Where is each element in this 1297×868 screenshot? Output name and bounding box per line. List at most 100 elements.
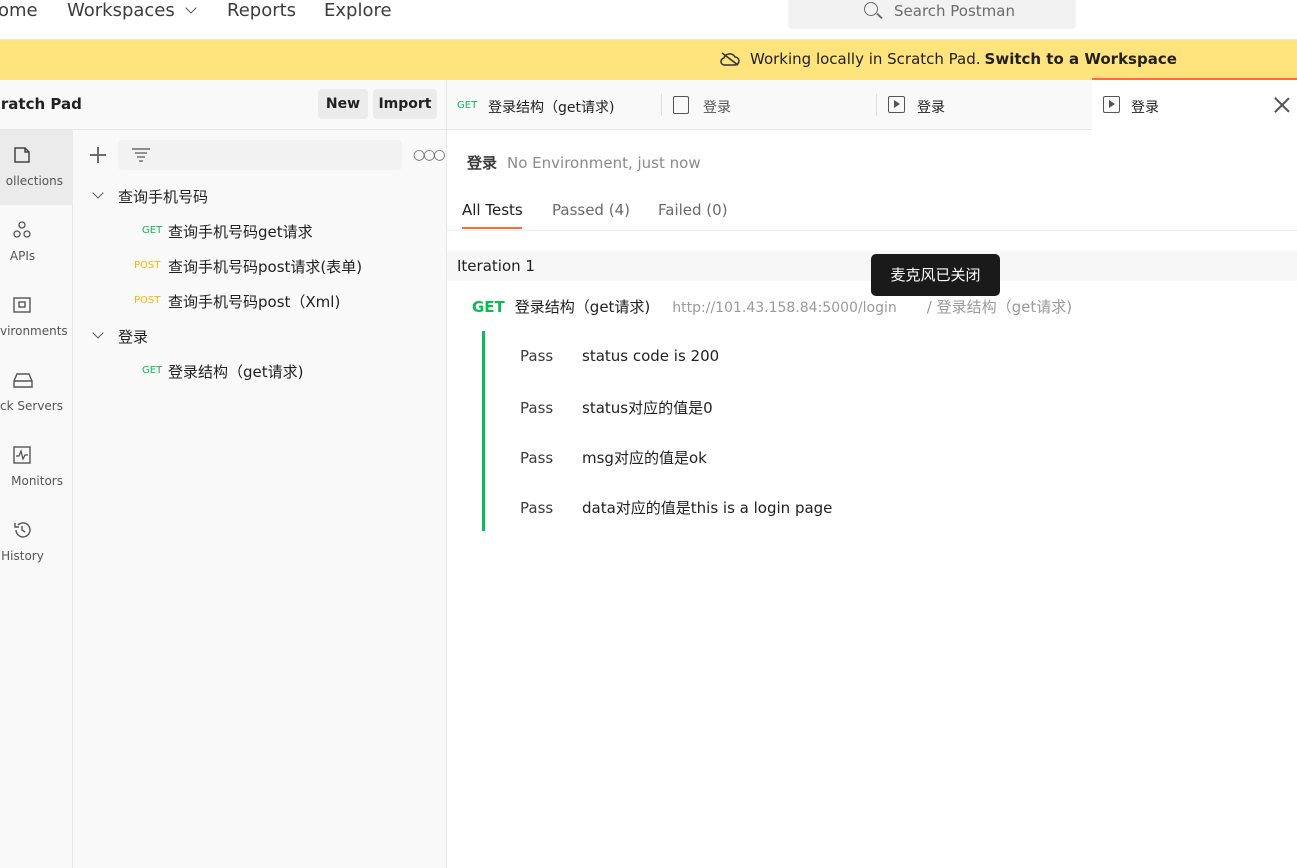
import-button[interactable]: Import xyxy=(373,89,437,119)
plus-icon[interactable] xyxy=(90,147,106,163)
new-button[interactable]: New xyxy=(318,89,368,119)
collections-panel: ○○○ 查询手机号码 GET 查询手机号码get请求 POST 查询手机号码po… xyxy=(73,130,447,868)
nav-reports[interactable]: Reports xyxy=(227,0,296,22)
pass-indicator-bar xyxy=(482,331,485,531)
tab-doc[interactable]: 登录 xyxy=(662,80,876,130)
tab-label: 登录 xyxy=(917,100,945,116)
runner-icon xyxy=(888,96,905,113)
test-result-row: Pass msg对应的值是ok xyxy=(520,447,707,468)
method-badge: POST xyxy=(134,295,161,306)
folder-name: 查询手机号码 xyxy=(118,188,209,206)
sidebar-label-environments: vironments xyxy=(0,324,68,338)
request-path: / 登录结构（get请求) xyxy=(926,298,1073,316)
mock-servers-icon xyxy=(13,373,33,388)
tab-label: 登录结构（get请求) xyxy=(488,100,615,116)
method-badge: GET xyxy=(142,365,163,376)
tab-label: 登录 xyxy=(703,100,731,116)
banner-text: Working locally in Scratch Pad. xyxy=(750,50,981,68)
cloud-off-icon xyxy=(720,52,740,66)
method-badge: GET xyxy=(142,225,163,236)
search-placeholder: Search Postman xyxy=(894,2,1015,20)
sidebar-label-monitors: Monitors xyxy=(11,474,63,488)
sidebar-icon-bar: ollections APIs vironments ck Servers Mo… xyxy=(0,130,73,868)
mic-off-tooltip: 麦克风已关闭 xyxy=(871,254,1000,296)
request-row[interactable]: GET 查询手机号码get请求 xyxy=(73,215,447,249)
filter-icon xyxy=(132,148,150,162)
switch-workspace-link[interactable]: Switch to a Workspace xyxy=(985,50,1177,68)
tab-label: 登录 xyxy=(1131,100,1159,116)
test-status: Pass xyxy=(520,399,554,417)
nav-workspaces[interactable]: Workspaces xyxy=(67,0,197,22)
more-options-icon[interactable]: ○○○ xyxy=(413,147,446,163)
collections-icon xyxy=(14,147,30,163)
sidebar-label-apis: APIs xyxy=(9,249,36,263)
tab-all-tests[interactable]: All Tests xyxy=(462,201,523,219)
request-name: 登录结构（get请求) xyxy=(514,298,651,316)
runner-results: 登录 No Environment, just now All Tests Pas… xyxy=(447,131,1297,868)
sidebar-label-mock-servers: ck Servers xyxy=(0,399,63,413)
test-name: status code is 200 xyxy=(582,347,720,365)
tab-failed[interactable]: Failed (0) xyxy=(658,201,728,219)
folder-row[interactable]: 查询手机号码 xyxy=(73,180,447,214)
sidebar-label-collections: ollections xyxy=(5,174,63,188)
folder-row[interactable]: 登录 xyxy=(73,320,447,354)
nav-explore[interactable]: Explore xyxy=(324,0,392,22)
active-tab-underline xyxy=(462,227,522,229)
search-input[interactable]: Search Postman xyxy=(788,0,1076,29)
search-icon xyxy=(864,2,878,16)
test-result-row: Pass status code is 200 xyxy=(520,347,719,365)
document-icon xyxy=(673,96,689,114)
request-name: 查询手机号码post（Xml) xyxy=(168,293,341,311)
request-url: http://101.43.158.84:5000/login xyxy=(672,300,897,316)
test-status: Pass xyxy=(520,499,554,517)
test-name: data对应的值是this is a login page xyxy=(582,499,833,517)
environments-icon xyxy=(13,297,31,313)
chevron-down-icon xyxy=(185,2,197,14)
divider xyxy=(447,230,1297,231)
test-status: Pass xyxy=(520,347,554,365)
tab-request[interactable]: GET 登录结构（get请求) xyxy=(447,80,661,130)
chevron-down-icon xyxy=(92,187,104,199)
request-tabs: GET 登录结构（get请求) 登录 登录 登录 xyxy=(447,80,1297,131)
sidebar-item-monitors[interactable]: Monitors xyxy=(0,430,73,505)
history-icon xyxy=(14,522,31,538)
test-name: msg对应的值是ok xyxy=(582,449,707,467)
test-result-row: Pass data对应的值是this is a login page xyxy=(520,497,832,518)
sidebar-item-mock-servers[interactable]: ck Servers xyxy=(0,355,73,430)
folder-name: 登录 xyxy=(118,328,149,346)
run-meta: No Environment, just now xyxy=(507,154,701,172)
monitors-icon xyxy=(13,446,31,464)
request-name: 登录结构（get请求) xyxy=(168,363,304,381)
sidebar-header: cratch Pad New Import xyxy=(0,80,447,130)
test-name: status对应的值是0 xyxy=(582,399,713,417)
filter-input[interactable] xyxy=(118,140,402,170)
tab-runner[interactable]: 登录 xyxy=(877,80,1091,130)
request-summary[interactable]: GET 登录结构（get请求) http://101.43.158.84:5000/… xyxy=(472,296,1072,317)
sidebar-label-history: History xyxy=(1,549,44,563)
request-name: 查询手机号码get请求 xyxy=(168,223,313,241)
run-name: 登录 xyxy=(467,154,498,172)
tab-method-badge: GET xyxy=(457,100,478,111)
chevron-down-icon xyxy=(92,327,104,339)
sidebar-item-history[interactable]: History xyxy=(0,505,73,580)
test-result-row: Pass status对应的值是0 xyxy=(520,397,713,418)
close-icon[interactable] xyxy=(1274,97,1290,113)
request-row[interactable]: POST 查询手机号码post（Xml) xyxy=(73,285,447,319)
test-status: Pass xyxy=(520,449,554,467)
runner-icon xyxy=(1103,96,1120,113)
apis-icon xyxy=(13,221,31,238)
workspace-title: cratch Pad xyxy=(0,95,82,113)
sidebar-item-environments[interactable]: vironments xyxy=(0,280,73,355)
tab-runner-active[interactable]: 登录 xyxy=(1092,80,1297,131)
request-row[interactable]: POST 查询手机号码post请求(表单) xyxy=(73,250,447,284)
request-name: 查询手机号码post请求(表单) xyxy=(168,258,363,276)
tab-passed[interactable]: Passed (4) xyxy=(552,201,630,219)
method-badge: POST xyxy=(134,260,161,271)
scratch-pad-banner: Working locally in Scratch Pad. Switch to… xyxy=(0,40,1297,80)
nav-workspaces-label: Workspaces xyxy=(67,0,175,21)
sidebar-item-apis[interactable]: APIs xyxy=(0,205,73,280)
request-row[interactable]: GET 登录结构（get请求) xyxy=(73,355,447,389)
request-method: GET xyxy=(472,298,505,316)
nav-home[interactable]: ome xyxy=(0,0,38,22)
sidebar-item-collections[interactable]: ollections xyxy=(0,130,73,205)
